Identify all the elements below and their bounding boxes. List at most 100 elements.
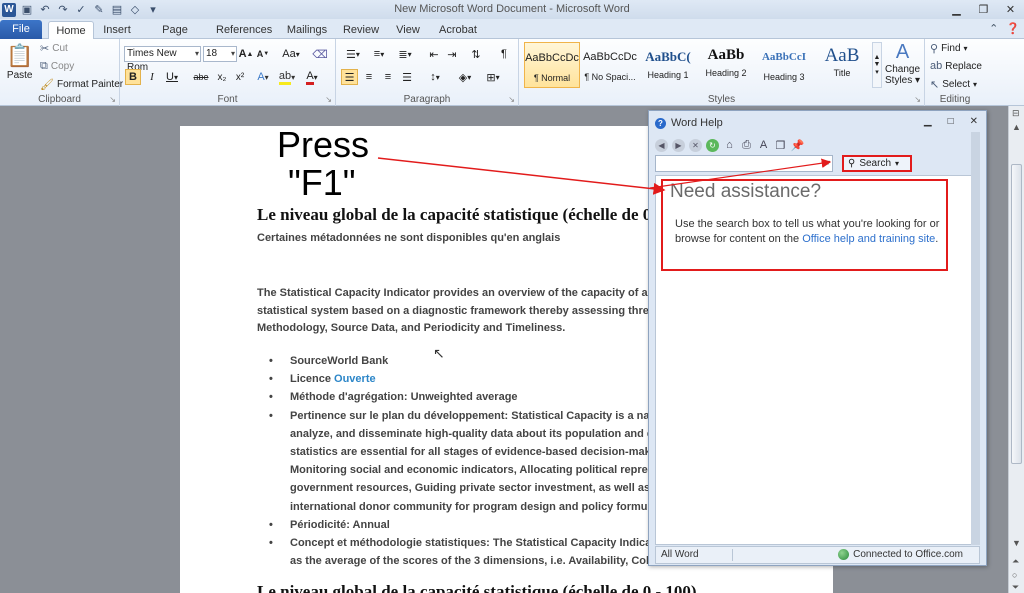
grow-font-button[interactable]: A ▲ xyxy=(239,46,254,62)
keep-on-top-icon[interactable]: 📌 xyxy=(791,139,805,152)
save-icon[interactable]: ▣ xyxy=(20,3,34,17)
tab-file[interactable]: File xyxy=(0,20,42,39)
forward-icon[interactable]: ▶ xyxy=(672,138,685,152)
superscript-button[interactable]: x² xyxy=(232,69,248,85)
strikethrough-button[interactable]: abe xyxy=(190,69,212,85)
previous-page-icon[interactable]: ⏶ xyxy=(1012,556,1019,567)
chevron-down-icon[interactable]: ▾ xyxy=(826,158,830,167)
sort-icon[interactable]: ⇅ xyxy=(468,46,484,62)
clear-formatting-icon[interactable]: ⌫ xyxy=(312,46,328,62)
format-painter-button[interactable]: 🖌 Format Painter xyxy=(40,78,123,91)
help-search-input[interactable]: ▾ xyxy=(655,155,833,172)
print-icon[interactable]: ⎙ xyxy=(740,139,753,152)
style-no-spacing[interactable]: AaBbCcDc ¶ No Spaci... xyxy=(582,42,638,88)
redo-icon[interactable]: ↷ xyxy=(56,3,70,17)
maximize-icon[interactable]: □ xyxy=(948,116,954,127)
word-app-icon[interactable]: W xyxy=(2,2,16,17)
dialog-launcher-icon[interactable]: ↘ xyxy=(325,95,332,104)
tab-acrobat[interactable]: Acrobat xyxy=(436,21,480,39)
draw-icon[interactable]: ✎ xyxy=(92,3,106,17)
paste-button[interactable]: 📋 Paste xyxy=(6,43,33,81)
shrink-font-button[interactable]: A ▼ xyxy=(256,46,270,62)
dialog-launcher-icon[interactable]: ↘ xyxy=(508,95,515,104)
close-icon[interactable]: ✕ xyxy=(997,0,1024,19)
style-heading-2[interactable]: AaBb Heading 2 xyxy=(698,42,754,88)
styles-gallery-scroll[interactable]: ▲ ▼ ▾ xyxy=(872,42,882,88)
help-scope-selector[interactable]: All Word xyxy=(661,549,699,560)
table-of-contents-icon[interactable]: ❐ xyxy=(774,139,787,152)
bold-button[interactable]: B xyxy=(125,69,141,85)
stop-icon[interactable]: ✕ xyxy=(689,138,702,152)
pilcrow-icon[interactable]: ¶ xyxy=(496,46,512,62)
tab-mailings[interactable]: Mailings xyxy=(284,21,330,39)
style-heading-3[interactable]: AaBbCcI Heading 3 xyxy=(756,42,812,88)
change-styles-button[interactable]: A Change Styles ▾ xyxy=(885,41,920,86)
replace-button[interactable]: ab Replace xyxy=(930,60,982,72)
help-scrollbar[interactable] xyxy=(971,132,980,545)
copy-button[interactable]: ⧉ Copy xyxy=(40,60,74,73)
customize-qat-icon[interactable]: ▾ xyxy=(146,3,160,17)
font-name-select[interactable]: Times New Rom ▾ xyxy=(124,46,201,73)
scroll-up-icon[interactable]: ▲ xyxy=(1012,122,1021,132)
tab-view[interactable]: View xyxy=(392,21,424,39)
help-search-button[interactable]: ⚲ Search ▾ xyxy=(842,155,912,172)
text-effects-icon[interactable]: A ▾ xyxy=(254,69,272,85)
italic-button[interactable]: I xyxy=(145,69,159,85)
borders-icon[interactable]: ⊞ ▾ xyxy=(482,69,504,85)
tab-references[interactable]: References xyxy=(216,21,272,39)
align-right-icon[interactable]: ≡ xyxy=(380,69,396,85)
minimize-ribbon-icon[interactable]: ⌃ xyxy=(989,22,998,35)
find-button[interactable]: ⚲ Find ▾ xyxy=(930,42,968,55)
subscript-button[interactable]: x₂ xyxy=(214,69,230,85)
align-left-icon[interactable]: ☰ xyxy=(341,69,358,85)
justify-icon[interactable]: ☰ xyxy=(399,69,415,85)
eraser-icon[interactable]: ◇ xyxy=(128,3,142,17)
dialog-launcher-icon[interactable]: ↘ xyxy=(914,95,921,104)
tab-review[interactable]: Review xyxy=(342,21,380,39)
style-title[interactable]: AaB Title xyxy=(814,42,870,88)
font-size-select[interactable]: 18 ▾ xyxy=(203,46,237,62)
decrease-indent-icon[interactable]: ⇤ xyxy=(426,46,442,62)
scroll-down-icon[interactable]: ▼ xyxy=(1012,538,1021,548)
connection-status[interactable]: Connected to Office.com xyxy=(838,549,963,560)
cut-button[interactable]: ✂ Cut xyxy=(40,42,68,55)
tab-insert[interactable]: Insert xyxy=(100,21,134,39)
increase-indent-icon[interactable]: ⇥ xyxy=(444,46,460,62)
minimize-icon[interactable]: ▁ xyxy=(924,116,932,127)
spelling-icon[interactable]: ✓ xyxy=(74,3,88,17)
vertical-scrollbar[interactable]: ⊟ ▲ ▼ ⏶ ○ ⏷ xyxy=(1008,106,1024,593)
text-size-icon[interactable]: A xyxy=(757,139,770,152)
tab-page-layout[interactable]: Page Layout xyxy=(146,21,204,54)
office-help-link[interactable]: Office help and training site xyxy=(802,233,935,245)
underline-button[interactable]: U ▾ xyxy=(163,69,181,85)
numbering-icon[interactable]: ≡ ▾ xyxy=(368,46,390,62)
help-icon[interactable]: ❓ xyxy=(1006,22,1020,35)
style-normal[interactable]: AaBbCcDc ¶ Normal xyxy=(524,42,580,88)
shading-icon[interactable]: ◈ ▾ xyxy=(454,69,476,85)
ruler-toggle-icon[interactable]: ⊟ xyxy=(1012,108,1020,119)
close-icon[interactable]: ✕ xyxy=(970,116,978,127)
change-case-button[interactable]: Aa ▾ xyxy=(280,46,302,62)
print-preview-icon[interactable]: ▤ xyxy=(110,3,124,17)
select-browse-object-icon[interactable]: ○ xyxy=(1012,570,1017,580)
refresh-icon[interactable]: ↻ xyxy=(706,138,719,152)
line-spacing-icon[interactable]: ↕ ▾ xyxy=(424,69,446,85)
font-color-icon[interactable]: A ▾ xyxy=(302,69,322,85)
scrollbar-thumb[interactable] xyxy=(1011,164,1022,464)
tab-home[interactable]: Home xyxy=(48,21,94,39)
bullets-icon[interactable]: ☰ ▾ xyxy=(342,46,364,62)
align-center-icon[interactable]: ≡ xyxy=(361,69,377,85)
restore-icon[interactable]: ❐ xyxy=(970,0,997,19)
dialog-launcher-icon[interactable]: ↘ xyxy=(109,95,116,104)
highlight-icon[interactable]: ab ▾ xyxy=(276,69,298,85)
ouverte-link[interactable]: Ouverte xyxy=(334,373,376,385)
multilevel-list-icon[interactable]: ≣ ▾ xyxy=(394,46,416,62)
style-heading-1[interactable]: AaBbC( Heading 1 xyxy=(640,42,696,88)
undo-icon[interactable]: ↶ xyxy=(38,3,52,17)
word-help-window[interactable]: ? Word Help ▁ □ ✕ ◀ ▶ ✕ ↻ ⌂ ⎙ A ❐ 📌 ▾ ⚲ … xyxy=(648,110,987,566)
next-page-icon[interactable]: ⏷ xyxy=(1012,582,1019,593)
back-icon[interactable]: ◀ xyxy=(655,138,668,152)
minimize-icon[interactable]: ▁ xyxy=(943,0,970,19)
home-icon[interactable]: ⌂ xyxy=(723,139,736,152)
select-button[interactable]: ↖ Select ▾ xyxy=(930,78,977,91)
